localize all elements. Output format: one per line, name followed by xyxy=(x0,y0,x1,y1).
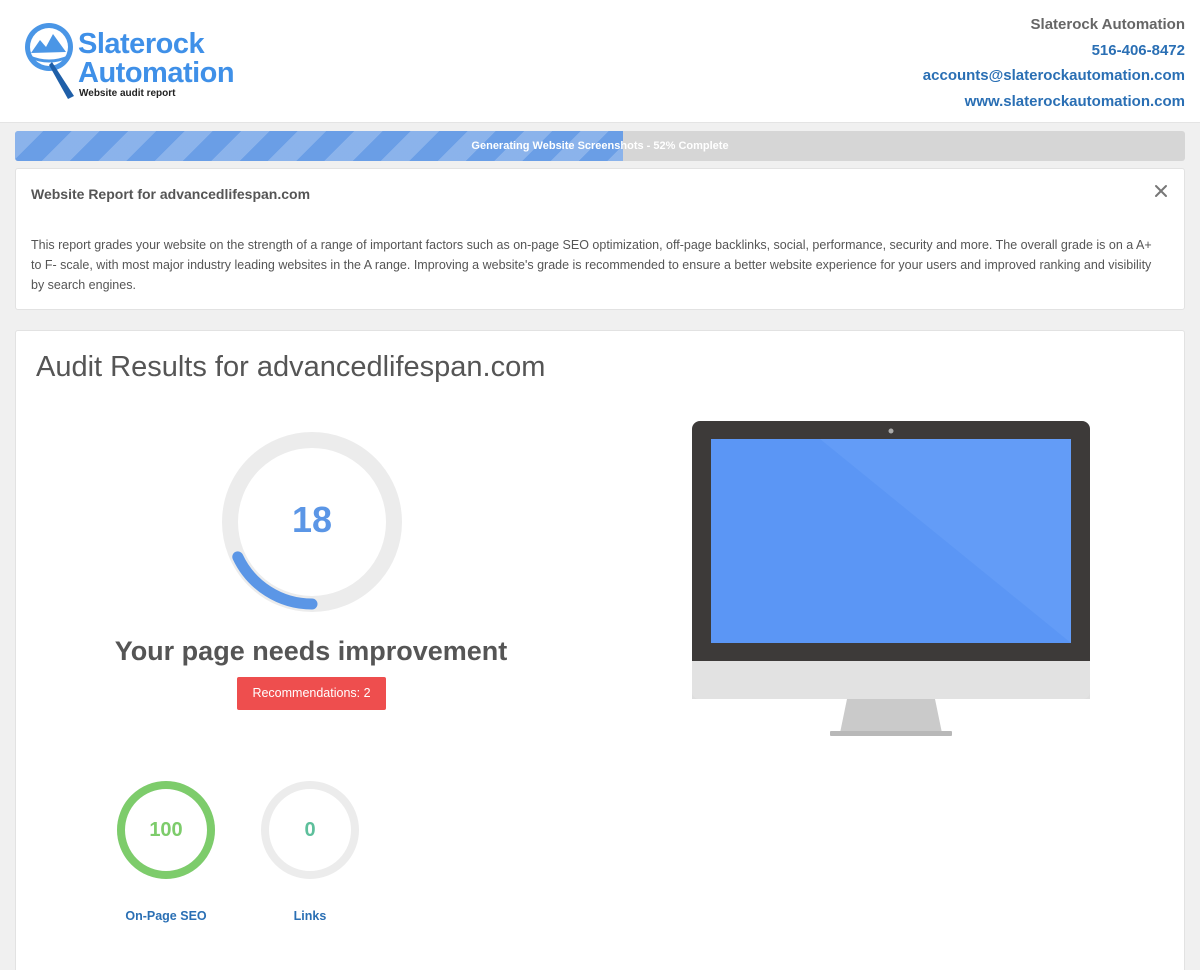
logo-wordmark-line2: Automation xyxy=(78,57,235,89)
results-title: Audit Results for advancedlifespan.com xyxy=(36,351,546,383)
phone-link[interactable]: 516-406-8472 xyxy=(923,38,1185,64)
recommendations-button[interactable]: Recommendations: 2 xyxy=(237,677,386,710)
contact-block: Slaterock Automation 516-406-8472 accoun… xyxy=(923,12,1185,115)
website-link[interactable]: www.slaterockautomation.com xyxy=(923,89,1185,115)
company-name: Slaterock Automation xyxy=(1030,16,1185,33)
close-icon[interactable] xyxy=(1150,180,1172,202)
overall-score-value: 18 xyxy=(291,499,333,540)
screenshot-progress-bar: Generating Website Screenshots - 52% Com… xyxy=(15,131,1185,161)
audit-results-panel: Audit Results for advancedlifespan.com 1… xyxy=(15,330,1185,970)
score-verdict: Your page needs improvement xyxy=(114,636,508,666)
brand-logo[interactable]: Slaterock Automation Website audit repor… xyxy=(22,20,272,105)
report-info-title: Website Report for advancedlifespan.com xyxy=(31,186,311,202)
report-info-description: This report grades your website on the s… xyxy=(31,238,1152,292)
links-link[interactable]: Links xyxy=(240,909,380,923)
logo-tagline: Website audit report xyxy=(79,88,176,99)
links-value: 0 xyxy=(304,819,316,841)
on-page-seo-link[interactable]: On-Page SEO xyxy=(96,909,236,923)
report-info-panel: Website Report for advancedlifespan.com … xyxy=(15,168,1185,310)
magnifier-mountain-logo-icon xyxy=(25,23,74,99)
email-link[interactable]: accounts@slaterockautomation.com xyxy=(923,63,1185,89)
page-header: Slaterock Automation Website audit repor… xyxy=(0,0,1200,123)
on-page-seo-value: 100 xyxy=(149,819,183,841)
desktop-monitor-icon xyxy=(692,421,1090,736)
progress-label: Generating Website Screenshots - 52% Com… xyxy=(471,140,729,152)
